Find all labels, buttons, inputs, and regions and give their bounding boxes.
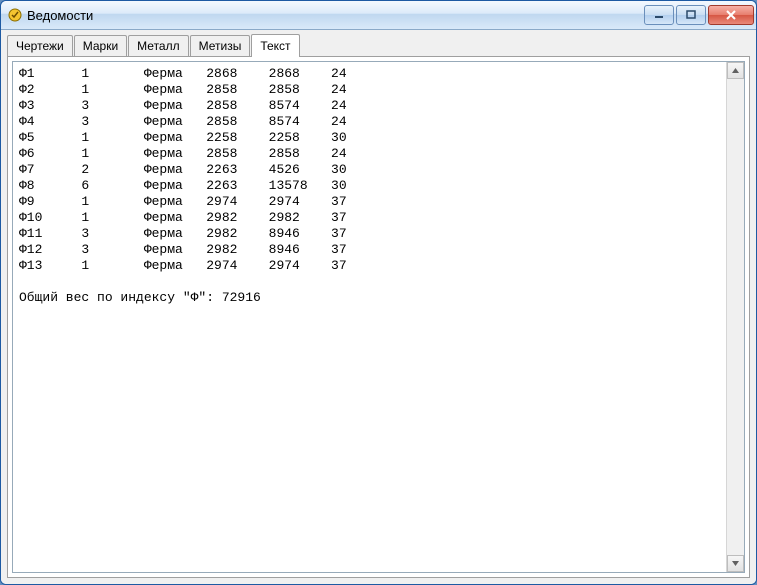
vertical-scrollbar[interactable] bbox=[726, 62, 744, 572]
window-buttons bbox=[644, 5, 754, 25]
minimize-button[interactable] bbox=[644, 5, 674, 25]
maximize-button[interactable] bbox=[676, 5, 706, 25]
tab-2[interactable]: Металл bbox=[128, 35, 188, 56]
tab-strip: ЧертежиМаркиМеталлМетизыТекст bbox=[7, 34, 750, 56]
tab-4[interactable]: Текст bbox=[251, 34, 299, 57]
client-area: ЧертежиМаркиМеталлМетизыТекст Ф1 1 Ферма… bbox=[1, 30, 756, 584]
tab-3[interactable]: Метизы bbox=[190, 35, 251, 56]
text-output: Ф1 1 Ферма 2868 2868 24 Ф2 1 Ферма 2858 … bbox=[12, 61, 745, 573]
app-window: Ведомости ЧертежиМаркиМеталлМетизыТекст … bbox=[0, 0, 757, 585]
scroll-down-button[interactable] bbox=[727, 555, 744, 572]
scroll-up-button[interactable] bbox=[727, 62, 744, 79]
text-content[interactable]: Ф1 1 Ферма 2868 2868 24 Ф2 1 Ферма 2858 … bbox=[13, 62, 726, 572]
title-bar[interactable]: Ведомости bbox=[1, 1, 756, 30]
tab-page: Ф1 1 Ферма 2868 2868 24 Ф2 1 Ферма 2858 … bbox=[7, 56, 750, 578]
tab-0[interactable]: Чертежи bbox=[7, 35, 73, 56]
close-button[interactable] bbox=[708, 5, 754, 25]
app-icon bbox=[7, 7, 23, 23]
window-title: Ведомости bbox=[27, 8, 644, 23]
tab-1[interactable]: Марки bbox=[74, 35, 127, 56]
